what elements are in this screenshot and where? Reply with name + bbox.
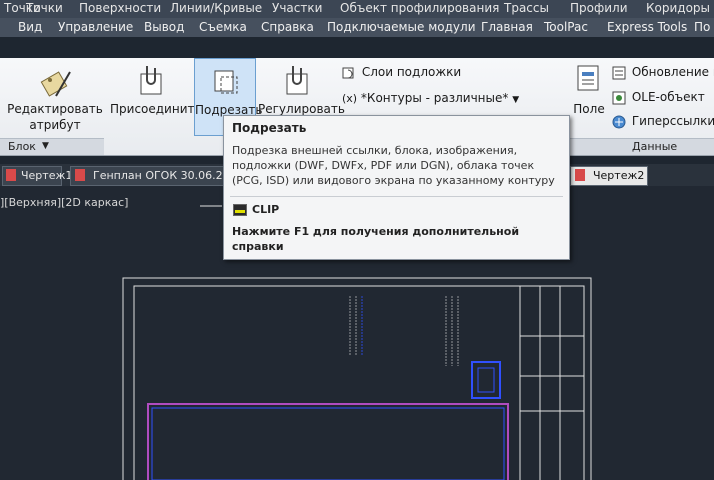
tooltip-title: Подрезать	[232, 121, 307, 135]
tooltip-divider	[230, 196, 563, 197]
command-line-icon	[233, 204, 247, 216]
edit-attribute-icon	[40, 71, 71, 97]
tooltip-command: CLIP	[252, 203, 280, 216]
title-menu-surfaces[interactable]: Поверхности	[79, 1, 161, 15]
menu-bar: Вид Управление Вывод Съемка Справка Подк…	[0, 18, 714, 37]
drawing-icon	[6, 169, 16, 181]
tab-drawing2[interactable]: Чертеж2	[570, 166, 648, 186]
ole-object-label: OLE-объект	[631, 90, 705, 104]
hyperlinks-label: Гиперссылки	[631, 114, 714, 128]
data-panel-label[interactable]: Данные	[568, 138, 714, 155]
attach-icon	[140, 66, 162, 95]
edit-attribute-label-1: Редактировать	[7, 102, 103, 116]
menu-output[interactable]: Вывод	[144, 20, 184, 34]
tab-genplan-label: Генплан ОГОК 30.06.2014	[93, 169, 244, 182]
title-menu-profiles[interactable]: Профили	[570, 1, 628, 15]
underlay-layers-icon	[342, 67, 354, 78]
field-icon	[577, 65, 599, 91]
hyperlinks-button[interactable]: Гиперссылки	[612, 114, 714, 129]
adjust-label: Регулировать	[258, 102, 345, 116]
viewport-controls[interactable]: ][Верхняя][2D каркас]	[0, 196, 128, 209]
menu-help[interactable]: Справка	[261, 20, 314, 34]
block-panel-label[interactable]: Блок ▼	[0, 138, 104, 155]
clip-icon	[214, 70, 238, 94]
update-fields-label: Обновление	[631, 65, 710, 79]
field-button[interactable]: Поле	[571, 58, 607, 136]
tooltip-description: Подрезка внешней ссылки, блока, изображе…	[232, 144, 555, 187]
tab-drawing1[interactable]: Чертеж1	[2, 166, 72, 186]
update-fields-button[interactable]: Обновление п	[612, 65, 714, 80]
menu-survey[interactable]: Съемка	[199, 20, 247, 34]
chevron-down-icon: ▼	[512, 95, 520, 105]
title-menu-corridors[interactable]: Коридоры	[646, 1, 710, 15]
underlay-layers-button[interactable]: Слои подложки	[342, 65, 461, 80]
ole-object-button[interactable]: OLE-объект	[612, 90, 705, 105]
tab-drawing1-label: Чертеж1	[21, 169, 73, 182]
chevron-down-icon: ▼	[42, 141, 49, 151]
title-menu-alignments[interactable]: Трассы	[504, 1, 549, 15]
drawing-icon	[575, 169, 585, 181]
tab-genplan[interactable]: Генплан ОГОК 30.06.2014	[70, 166, 244, 186]
title-menu-lines[interactable]: Линии/Кривые	[170, 1, 262, 15]
tab-drawing2-label: Чертеж2	[593, 169, 645, 182]
clip-tooltip: Подрезать Подрезка внешней ссылки, блока…	[223, 115, 570, 260]
menu-view[interactable]: Вид	[18, 20, 42, 34]
hyperlink-icon	[612, 115, 626, 128]
data-panel-title: Данные	[632, 140, 678, 153]
menu-express-tools[interactable]: Express Tools	[607, 20, 687, 34]
title-menu-sites[interactable]: Участки	[272, 1, 322, 15]
contours-label: *Контуры - различные*	[360, 91, 509, 105]
underlay-layers-label: Слои подложки	[361, 65, 462, 79]
block-panel-title: Блок	[8, 140, 36, 153]
menu-plugins[interactable]: Подключаемые модули	[327, 20, 476, 34]
attach-button[interactable]: Присоединить	[110, 58, 202, 136]
tooltip-help: Нажмите F1 для получения дополнительной …	[232, 225, 520, 253]
title-menu-grading[interactable]: Объект профилирования	[340, 1, 499, 15]
edit-attribute-label-2: атрибут	[29, 118, 81, 132]
menu-manage[interactable]: Управление	[58, 20, 133, 34]
adjust-icon	[286, 66, 308, 95]
title-menu-points[interactable]: Точки	[26, 1, 63, 15]
menu-more[interactable]: По	[694, 20, 710, 34]
ole-object-icon	[612, 91, 626, 104]
contours-icon: (x)	[342, 92, 358, 105]
menu-home[interactable]: Главная	[481, 20, 533, 34]
edit-attribute-button[interactable]: Редактировать атрибут	[6, 58, 104, 136]
drawing-icon	[75, 169, 85, 181]
field-label: Поле	[573, 102, 605, 116]
menu-toolpac[interactable]: ToolPac	[544, 20, 588, 34]
title-bar: Точки Точки Поверхности Линии/Кривые Уча…	[0, 0, 714, 18]
update-fields-icon	[612, 66, 626, 79]
attach-label: Присоединить	[110, 102, 202, 116]
contours-dropdown[interactable]: (x) *Контуры - различные* ▼	[342, 91, 519, 105]
